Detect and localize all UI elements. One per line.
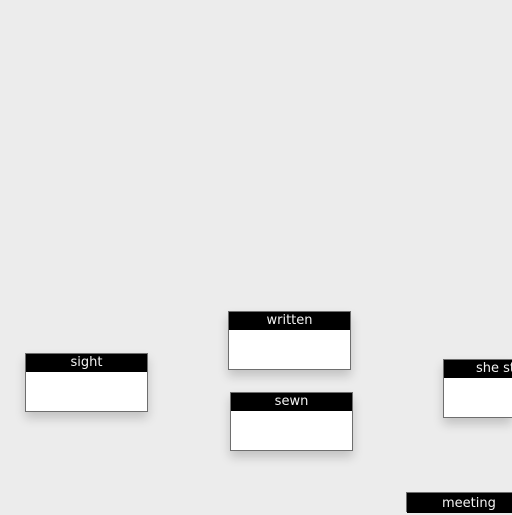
node-title: sight (26, 354, 147, 372)
node-body (444, 378, 512, 417)
node-title: she st (444, 360, 512, 378)
node-body (231, 411, 352, 450)
node-body (26, 372, 147, 411)
node-card[interactable]: written (228, 311, 351, 370)
node-body (229, 330, 350, 369)
node-title: meeting (407, 493, 512, 513)
node-title: written (229, 312, 350, 330)
node-card[interactable]: sewn (230, 392, 353, 451)
node-card[interactable]: meeting (406, 492, 512, 513)
node-card[interactable]: she st (443, 359, 512, 418)
node-title: sewn (231, 393, 352, 411)
node-card[interactable]: sight (25, 353, 148, 412)
